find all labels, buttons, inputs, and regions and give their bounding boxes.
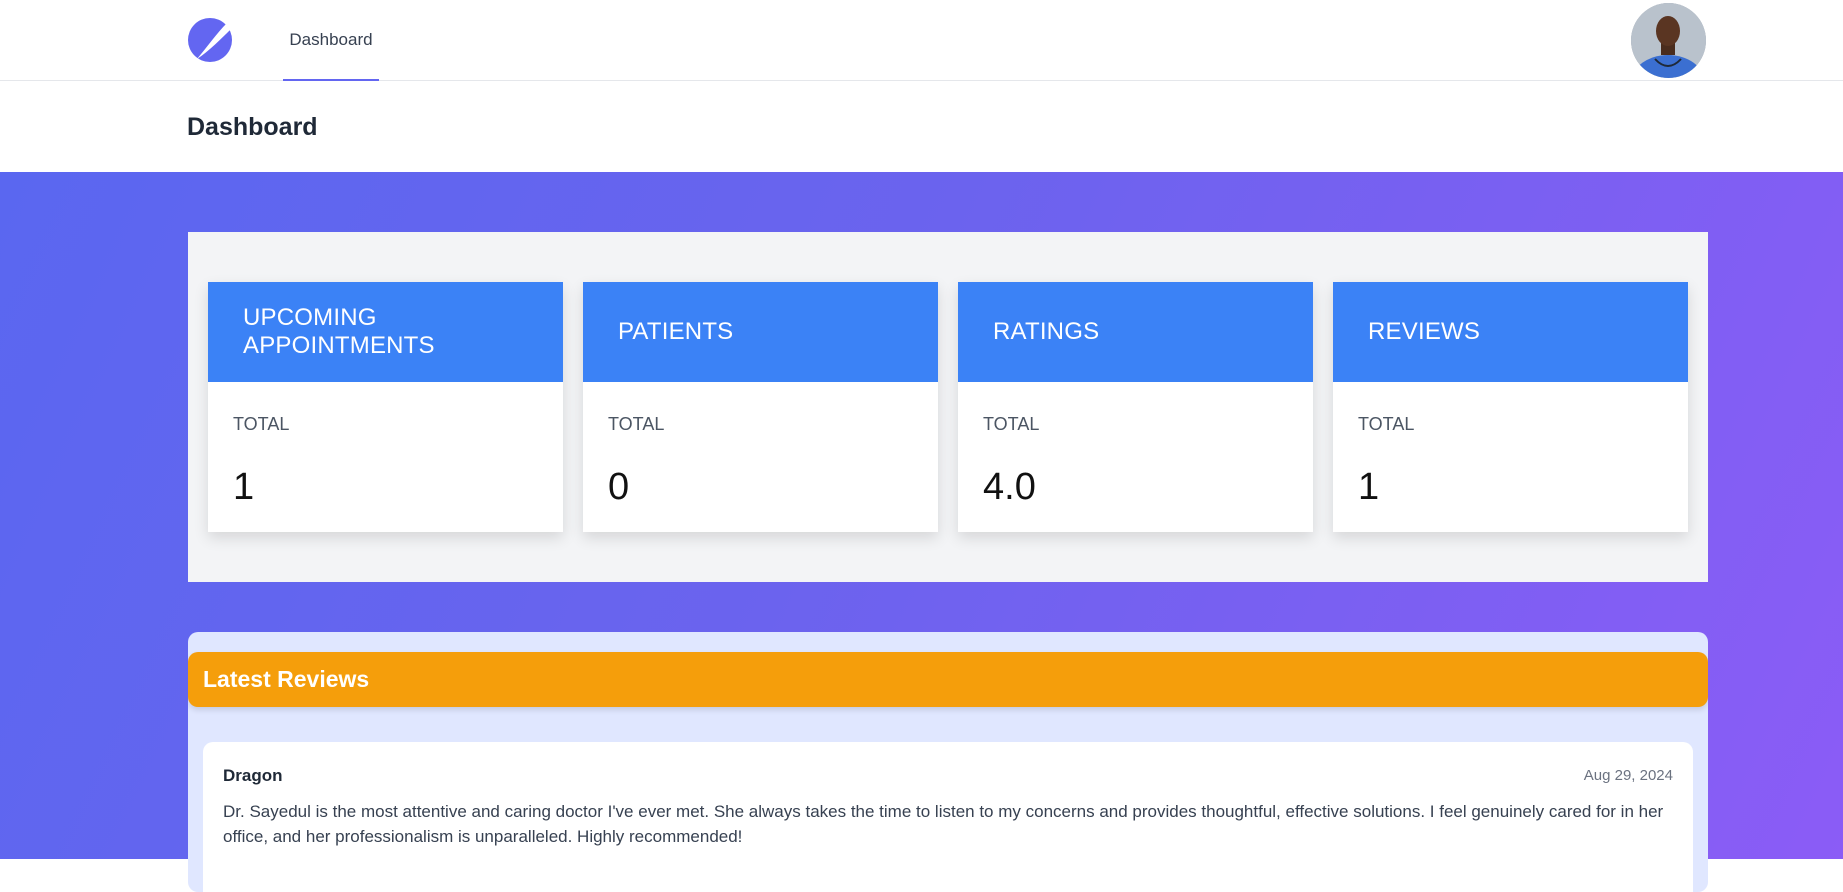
logo-icon[interactable] [187, 17, 233, 63]
page-title: Dashboard [187, 113, 318, 141]
stat-label: TOTAL [608, 414, 665, 434]
review-author: Dragon [223, 766, 283, 785]
latest-reviews-heading: Latest Reviews [188, 652, 1708, 707]
tab-dashboard[interactable]: Dashboard [283, 0, 379, 81]
stat-title: RATINGS [958, 282, 1313, 382]
page-header: Dashboard [0, 81, 1843, 172]
stats-panel: UPCOMING APPOINTMENTS TOTAL 1 PATIENTS T… [188, 232, 1708, 582]
stat-card-patients: PATIENTS TOTAL 0 [583, 282, 938, 532]
stat-label: TOTAL [1358, 414, 1415, 434]
review-date: Aug 29, 2024 [1583, 767, 1673, 784]
stat-card-reviews: REVIEWS TOTAL 1 [1333, 282, 1688, 532]
stat-value: 0 [608, 466, 630, 508]
stat-value: 4.0 [983, 466, 1036, 508]
review-card: Dragon Aug 29, 2024 Dr. Sayedul is the m… [203, 742, 1693, 892]
stat-card-upcoming-appointments: UPCOMING APPOINTMENTS TOTAL 1 [208, 282, 563, 532]
stat-card-ratings: RATINGS TOTAL 4.0 [958, 282, 1313, 532]
top-navbar: Dashboard [0, 0, 1843, 81]
stat-label: TOTAL [233, 414, 290, 434]
stat-value: 1 [233, 466, 255, 508]
dashboard-content: UPCOMING APPOINTMENTS TOTAL 1 PATIENTS T… [0, 172, 1843, 892]
review-text: Dr. Sayedul is the most attentive and ca… [223, 802, 1664, 846]
user-avatar[interactable] [1631, 3, 1706, 78]
latest-reviews-panel: Latest Reviews Dragon Aug 29, 2024 Dr. S… [188, 632, 1708, 892]
stat-title: PATIENTS [583, 282, 938, 382]
stat-title: UPCOMING APPOINTMENTS [208, 282, 563, 382]
stat-value: 1 [1358, 466, 1380, 508]
stat-title: REVIEWS [1333, 282, 1688, 382]
stat-label: TOTAL [983, 414, 1040, 434]
